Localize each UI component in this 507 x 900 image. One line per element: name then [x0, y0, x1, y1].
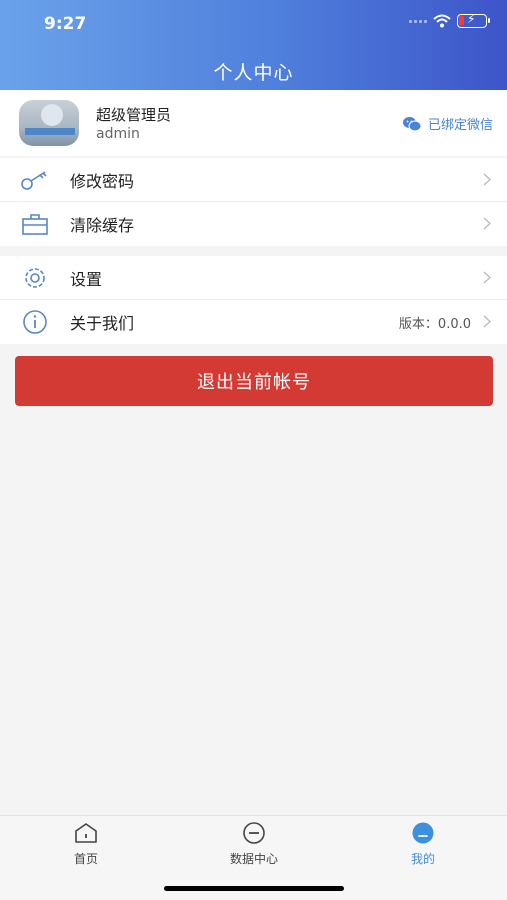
home-icon: [75, 823, 97, 843]
tab-home[interactable]: 首页: [26, 822, 146, 867]
battery-icon: ⚡: [457, 12, 490, 28]
key-icon: [21, 171, 47, 190]
menu-item-label: 清除缓存: [70, 216, 135, 235]
profile-card[interactable]: 超级管理员 admin 已绑定微信: [0, 90, 507, 156]
profile-name: 超级管理员: [96, 106, 172, 124]
menu-item-about[interactable]: 关于我们 版本：0.0.0: [0, 300, 507, 344]
profile-icon: [412, 822, 434, 844]
gear-icon: [25, 268, 45, 288]
cellular-signal-icon: [409, 19, 427, 23]
tab-mine[interactable]: 我的: [363, 822, 483, 867]
briefcase-icon: [22, 214, 48, 235]
avatar[interactable]: [19, 100, 79, 146]
chevron-right-icon: [483, 217, 491, 230]
tab-label: 数据中心: [229, 852, 278, 866]
menu-item-label: 关于我们: [70, 314, 135, 333]
wifi-icon: [433, 14, 451, 28]
wechat-status-label: 已绑定微信: [427, 118, 493, 133]
menu-item-label: 修改密码: [70, 171, 135, 191]
app-version: 版本：0.0.0: [398, 316, 471, 332]
status-icons: ⚡: [409, 12, 490, 28]
chevron-right-icon: [483, 271, 491, 284]
menu-group-app: 设置 关于我们 版本：0.0.0: [0, 256, 507, 344]
wechat-icon: [402, 116, 422, 131]
status-time: 9:27: [44, 14, 87, 34]
chevron-right-icon: [483, 315, 491, 328]
tab-label: 首页: [73, 852, 98, 866]
menu-group-account: 修改密码 清除缓存: [0, 158, 507, 246]
logout-button[interactable]: 退出当前帐号: [15, 356, 493, 406]
profile-account: admin: [96, 126, 140, 142]
tab-data-center[interactable]: 数据中心: [194, 822, 314, 867]
chevron-right-icon: [483, 173, 491, 186]
info-icon: [23, 310, 47, 334]
menu-item-clear-cache[interactable]: 清除缓存: [0, 202, 507, 246]
data-center-icon: [243, 822, 265, 844]
tab-label: 我的: [410, 852, 435, 866]
home-indicator: [164, 886, 344, 891]
header-bar: 9:27 ⚡ 个人中心: [0, 0, 507, 90]
wechat-binding-status[interactable]: 已绑定微信: [402, 114, 493, 133]
menu-item-settings[interactable]: 设置: [0, 256, 507, 300]
menu-item-change-password[interactable]: 修改密码: [0, 158, 507, 202]
menu-item-label: 设置: [70, 269, 103, 289]
page-title: 个人中心: [213, 62, 294, 84]
